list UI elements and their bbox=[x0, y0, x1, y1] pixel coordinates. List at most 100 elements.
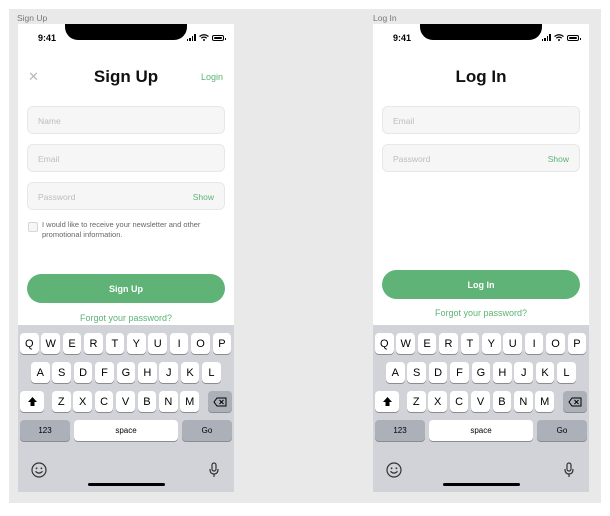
key-m[interactable]: M bbox=[535, 391, 554, 412]
show-password-button[interactable]: Show bbox=[548, 154, 569, 164]
shift-key[interactable] bbox=[375, 391, 399, 412]
key-x[interactable]: X bbox=[428, 391, 447, 412]
newsletter-checkbox[interactable] bbox=[28, 222, 38, 232]
key-g[interactable]: G bbox=[471, 362, 491, 383]
key-f[interactable]: F bbox=[450, 362, 469, 383]
key-m[interactable]: M bbox=[180, 391, 199, 412]
login-screen: 9:41 Log In Email Password Show Log In F… bbox=[373, 24, 589, 492]
numbers-key[interactable]: 123 bbox=[20, 420, 70, 441]
shift-icon bbox=[382, 397, 392, 406]
key-k[interactable]: K bbox=[535, 362, 555, 383]
key-c[interactable]: C bbox=[94, 391, 114, 412]
battery-icon bbox=[212, 35, 226, 41]
login-link[interactable]: Login bbox=[201, 72, 223, 82]
status-icons bbox=[186, 34, 226, 41]
key-j[interactable]: J bbox=[514, 362, 533, 383]
key-w[interactable]: W bbox=[396, 333, 415, 354]
key-y[interactable]: Y bbox=[127, 333, 146, 354]
key-y[interactable]: Y bbox=[482, 333, 501, 354]
keyboard: Q W E R T Y U I O P A S D F G H J K L Z X C V B N M 123 space Go bbox=[373, 325, 589, 492]
key-i[interactable]: I bbox=[524, 333, 544, 354]
space-key[interactable]: space bbox=[74, 420, 178, 441]
key-h[interactable]: H bbox=[138, 362, 157, 383]
key-r[interactable]: R bbox=[439, 333, 458, 354]
key-e[interactable]: E bbox=[62, 333, 82, 354]
shift-key[interactable] bbox=[20, 391, 44, 412]
wifi-icon bbox=[199, 34, 209, 41]
password-field[interactable]: Password Show bbox=[27, 182, 225, 210]
status-time: 9:41 bbox=[38, 33, 57, 43]
key-s[interactable]: S bbox=[407, 362, 426, 383]
key-q[interactable]: Q bbox=[375, 333, 394, 354]
key-n[interactable]: N bbox=[159, 391, 178, 412]
key-z[interactable]: Z bbox=[52, 391, 71, 412]
forgot-password-link[interactable]: Forgot your password? bbox=[373, 308, 589, 318]
key-f[interactable]: F bbox=[95, 362, 114, 383]
key-k[interactable]: K bbox=[180, 362, 200, 383]
password-field[interactable]: Password Show bbox=[382, 144, 580, 172]
name-placeholder: Name bbox=[38, 116, 61, 126]
backspace-key[interactable] bbox=[563, 391, 587, 412]
design-canvas: Sign Up 9:41 ✕ Sign Up Login Name Email … bbox=[9, 9, 601, 503]
signal-icon bbox=[541, 34, 551, 41]
backspace-icon bbox=[568, 397, 582, 406]
key-c[interactable]: C bbox=[449, 391, 469, 412]
microphone-icon[interactable] bbox=[563, 462, 575, 483]
status-icons bbox=[541, 34, 581, 41]
key-u[interactable]: U bbox=[503, 333, 522, 354]
backspace-key[interactable] bbox=[208, 391, 232, 412]
email-placeholder: Email bbox=[393, 116, 415, 126]
key-p[interactable]: P bbox=[212, 333, 232, 354]
page-title: Log In bbox=[455, 67, 507, 86]
emoji-icon[interactable] bbox=[386, 462, 402, 483]
key-j[interactable]: J bbox=[159, 362, 178, 383]
key-i[interactable]: I bbox=[169, 333, 189, 354]
log-in-button[interactable]: Log In bbox=[382, 270, 580, 299]
key-v[interactable]: V bbox=[471, 391, 490, 412]
name-field[interactable]: Name bbox=[27, 106, 225, 134]
key-d[interactable]: D bbox=[73, 362, 93, 383]
show-password-button[interactable]: Show bbox=[193, 192, 214, 202]
key-t[interactable]: T bbox=[460, 333, 480, 354]
key-d[interactable]: D bbox=[428, 362, 448, 383]
go-key[interactable]: Go bbox=[537, 420, 587, 441]
key-b[interactable]: B bbox=[137, 391, 157, 412]
keyboard: Q W E R T Y U I O P A S D F G H J K L Z X C V B N M 123 space Go bbox=[18, 325, 234, 492]
key-v[interactable]: V bbox=[116, 391, 135, 412]
home-indicator bbox=[443, 483, 520, 486]
key-t[interactable]: T bbox=[105, 333, 125, 354]
key-w[interactable]: W bbox=[41, 333, 60, 354]
email-field[interactable]: Email bbox=[382, 106, 580, 134]
key-z[interactable]: Z bbox=[407, 391, 426, 412]
space-key[interactable]: space bbox=[429, 420, 533, 441]
key-b[interactable]: B bbox=[492, 391, 512, 412]
numbers-key[interactable]: 123 bbox=[375, 420, 425, 441]
password-placeholder: Password bbox=[38, 192, 76, 202]
key-o[interactable]: O bbox=[191, 333, 210, 354]
key-p[interactable]: P bbox=[567, 333, 587, 354]
key-e[interactable]: E bbox=[417, 333, 437, 354]
key-x[interactable]: X bbox=[73, 391, 92, 412]
key-l[interactable]: L bbox=[557, 362, 576, 383]
key-s[interactable]: S bbox=[52, 362, 71, 383]
email-field[interactable]: Email bbox=[27, 144, 225, 172]
signup-screen: 9:41 ✕ Sign Up Login Name Email Password… bbox=[18, 24, 234, 492]
key-u[interactable]: U bbox=[148, 333, 167, 354]
key-a[interactable]: A bbox=[31, 362, 50, 383]
key-r[interactable]: R bbox=[84, 333, 103, 354]
key-n[interactable]: N bbox=[514, 391, 533, 412]
forgot-password-link[interactable]: Forgot your password? bbox=[18, 313, 234, 323]
microphone-icon[interactable] bbox=[208, 462, 220, 483]
key-g[interactable]: G bbox=[116, 362, 136, 383]
emoji-icon[interactable] bbox=[31, 462, 47, 483]
key-l[interactable]: L bbox=[202, 362, 221, 383]
key-o[interactable]: O bbox=[546, 333, 565, 354]
key-q[interactable]: Q bbox=[20, 333, 39, 354]
notch bbox=[65, 24, 187, 40]
key-h[interactable]: H bbox=[493, 362, 512, 383]
frame-label-login: Log In bbox=[373, 13, 397, 23]
sign-up-button[interactable]: Sign Up bbox=[27, 274, 225, 303]
frame-label-signup: Sign Up bbox=[17, 13, 48, 23]
go-key[interactable]: Go bbox=[182, 420, 232, 441]
key-a[interactable]: A bbox=[386, 362, 405, 383]
